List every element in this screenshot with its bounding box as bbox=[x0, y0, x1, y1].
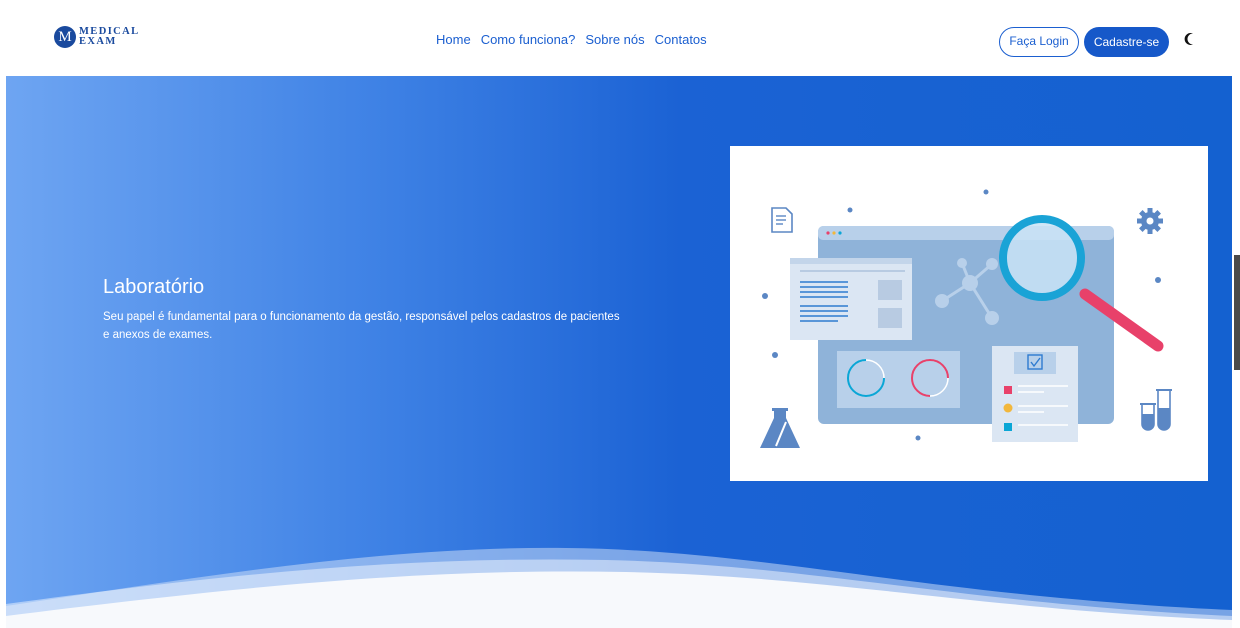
nav-link-contatos[interactable]: Contatos bbox=[655, 32, 707, 47]
nav-link-sobre-nos[interactable]: Sobre nós bbox=[585, 32, 644, 47]
dot-decoration bbox=[762, 293, 768, 299]
signup-button[interactable]: Cadastre-se bbox=[1084, 27, 1169, 57]
nav-link-home[interactable]: Home bbox=[436, 32, 471, 47]
hero-wave bbox=[6, 547, 1232, 628]
main-nav: Home Como funciona? Sobre nós Contatos bbox=[436, 32, 707, 47]
logo-text: MEDICAL EXAM bbox=[79, 26, 140, 47]
logo[interactable]: M MEDICAL EXAM bbox=[54, 26, 140, 48]
header: M MEDICAL EXAM Home Como funciona? Sobre… bbox=[6, 6, 1232, 76]
flask-icon bbox=[760, 408, 800, 448]
hero-section: Laboratório Seu papel é fundamental para… bbox=[6, 76, 1232, 628]
progress-rings-panel bbox=[837, 351, 960, 408]
gear-icon bbox=[1137, 208, 1163, 234]
laboratory-illustration bbox=[730, 146, 1208, 481]
checklist-card bbox=[992, 346, 1078, 442]
hero-description: Seu papel é fundamental para o funcionam… bbox=[103, 311, 620, 341]
logo-line-2: EXAM bbox=[79, 36, 117, 47]
logo-mark: M bbox=[54, 26, 76, 48]
hero-title: Laboratório bbox=[103, 276, 205, 298]
document-icon bbox=[771, 207, 793, 233]
dot-decoration bbox=[847, 207, 853, 213]
nav-link-como-funciona[interactable]: Como funciona? bbox=[481, 32, 576, 47]
test-tubes-icon bbox=[1140, 389, 1172, 431]
login-button[interactable]: Faça Login bbox=[999, 27, 1079, 57]
moon-icon[interactable] bbox=[1184, 32, 1198, 46]
page: M MEDICAL EXAM Home Como funciona? Sobre… bbox=[6, 6, 1232, 628]
dot-decoration bbox=[1155, 277, 1161, 283]
dot-decoration bbox=[983, 189, 989, 195]
scrollbar-thumb[interactable] bbox=[1234, 255, 1240, 370]
text-card bbox=[790, 258, 912, 340]
dot-decoration bbox=[915, 435, 921, 441]
dot-decoration bbox=[772, 352, 778, 358]
